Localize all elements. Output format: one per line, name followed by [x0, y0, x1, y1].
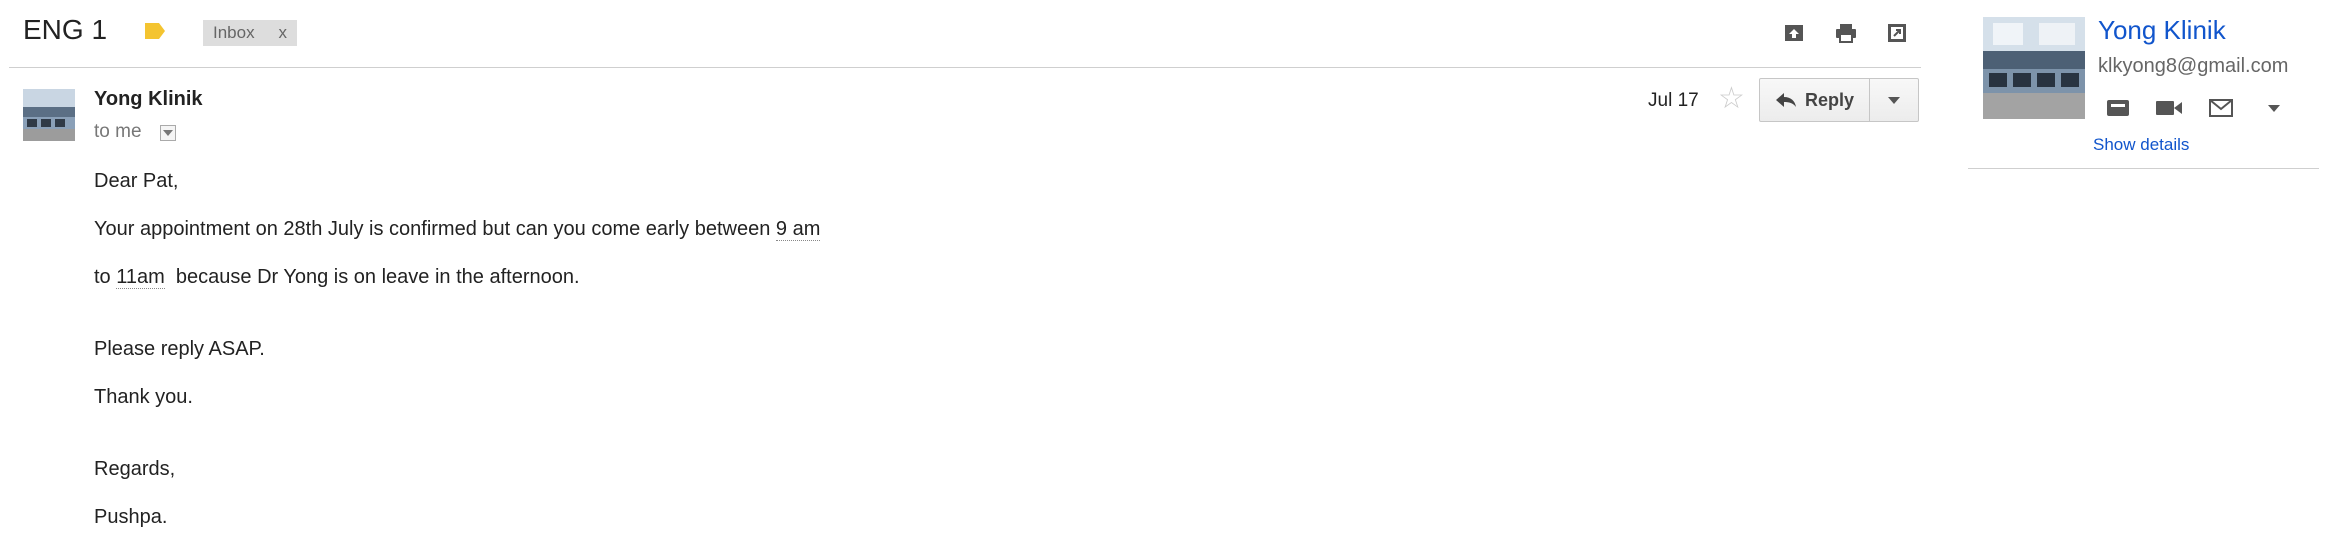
video-icon[interactable] — [2154, 96, 2184, 120]
side-panel-divider — [1968, 168, 2319, 169]
reply-arrow-icon — [1775, 93, 1796, 107]
label-chip-inbox: Inbox x — [203, 20, 297, 46]
chevron-down-icon[interactable] — [2259, 96, 2289, 120]
header-divider — [9, 67, 1921, 68]
recipient-details-dropdown[interactable] — [160, 125, 176, 141]
label-chip-text: Inbox — [213, 23, 255, 42]
body-line-2-prefix: to — [94, 266, 117, 288]
contact-email: klkyong8@gmail.com — [2098, 55, 2289, 77]
body-line-2: to 11am because Dr Yong is on leave in t… — [94, 266, 580, 289]
time-9am[interactable]: 9 am — [775, 218, 821, 241]
more-actions-button[interactable] — [1869, 78, 1919, 122]
star-icon[interactable]: ☆ — [1718, 84, 1745, 114]
print-icon[interactable] — [1833, 20, 1859, 46]
recipient-label: to me — [94, 121, 142, 142]
time-11am[interactable]: 11am — [116, 266, 165, 289]
new-window-icon[interactable] — [1884, 20, 1910, 46]
body-line-3: Please reply ASAP. — [94, 338, 265, 360]
chevron-down-icon — [163, 130, 173, 136]
body-line-1: Your appointment on 28th July is confirm… — [94, 218, 821, 241]
tag-icon[interactable] — [143, 22, 167, 45]
message-date: Jul 17 — [1648, 90, 1699, 111]
body-line-1-text: Your appointment on 28th July is confirm… — [94, 218, 776, 240]
reply-button-label: Reply — [1804, 89, 1855, 110]
remove-label-button[interactable]: x — [279, 23, 288, 43]
contact-name[interactable]: Yong Klinik — [2098, 15, 2226, 46]
sender-avatar[interactable] — [23, 89, 75, 141]
body-greeting: Dear Pat, — [94, 170, 179, 192]
chevron-down-icon — [1888, 96, 1900, 104]
body-closing: Regards, — [94, 458, 176, 480]
mail-icon[interactable] — [2103, 96, 2133, 120]
body-line-2-suffix: because Dr Yong is on leave in the after… — [164, 266, 580, 288]
body-line-4: Thank you. — [94, 386, 193, 408]
sender-name: Yong Klinik — [94, 88, 203, 110]
body-signature: Pushpa. — [94, 506, 168, 528]
contact-avatar[interactable] — [1983, 17, 2085, 119]
show-details-link[interactable]: Show details — [2093, 135, 2189, 155]
archive-icon[interactable] — [1781, 20, 1807, 46]
envelope-icon[interactable] — [2206, 96, 2236, 120]
email-subject: ENG 1 — [23, 14, 108, 45]
reply-button[interactable]: Reply — [1759, 78, 1870, 122]
